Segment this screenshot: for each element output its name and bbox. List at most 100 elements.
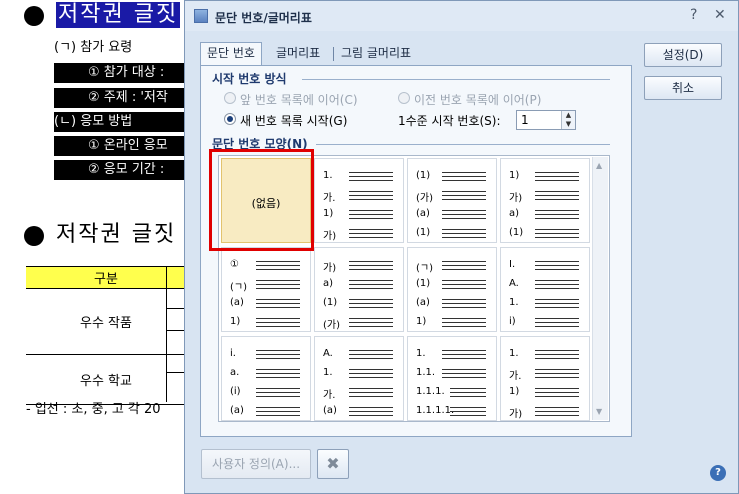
- text-placeholder-line: [256, 388, 300, 389]
- spin-up-icon[interactable]: ▲: [562, 111, 575, 120]
- shape-row: 가): [509, 402, 585, 420]
- radio-continue-earlier-label[interactable]: 이전 번호 목록에 이어(P): [414, 91, 541, 108]
- shape-cell[interactable]: 1. 가. 1) 가): [314, 158, 404, 243]
- text-placeholder-line: [349, 392, 393, 393]
- shape-marker: i.: [230, 348, 236, 359]
- shape-cell[interactable]: 가) a) (1) (가): [314, 247, 404, 332]
- scroll-up-icon[interactable]: ▲: [596, 161, 602, 170]
- text-placeholder-line: [535, 269, 579, 270]
- radio-continue-earlier[interactable]: [398, 92, 410, 104]
- dialog-app-icon: [194, 9, 208, 23]
- text-placeholder-line: [450, 388, 486, 389]
- shape-row: (가): [323, 313, 399, 331]
- doc-item[interactable]: (ㄴ) 응모 방법: [54, 112, 184, 132]
- shape-cell[interactable]: 1. 가. 1) 가): [500, 336, 590, 421]
- text-placeholder-line: [450, 411, 486, 412]
- grid-scrollbar[interactable]: ▲ ▼: [592, 157, 608, 420]
- doc-footnote[interactable]: - 입선 : 초, 중, 고 각 20: [26, 400, 161, 420]
- text-placeholder-line: [535, 307, 579, 308]
- cancel-button[interactable]: 취소: [644, 76, 722, 100]
- text-placeholder-line: [256, 284, 300, 285]
- text-placeholder-line: [442, 377, 486, 378]
- doc-item[interactable]: ① 온라인 응모: [54, 136, 184, 156]
- shape-row: 1.1.: [416, 364, 492, 382]
- heading-1[interactable]: 저작권 글짓: [56, 2, 181, 28]
- close-icon[interactable]: ✕: [714, 7, 726, 23]
- text-placeholder-line: [256, 392, 300, 393]
- shape-marker: a.: [230, 367, 240, 378]
- shape-row: 가.: [323, 186, 399, 204]
- tab-paragraph-number[interactable]: 문단 번호: [200, 42, 262, 66]
- table-divider: [166, 266, 167, 402]
- text-placeholder-line: [256, 377, 300, 378]
- shape-row: 1): [323, 205, 399, 223]
- text-placeholder-line: [535, 233, 579, 234]
- shape-cell[interactable]: (ㄱ) (1) (a) 1): [407, 247, 497, 332]
- level1-start-value[interactable]: 1: [521, 113, 529, 127]
- shape-marker: A.: [509, 278, 519, 289]
- shape-marker: 가.: [509, 371, 522, 382]
- shape-cell[interactable]: A. 1. 가. (a): [314, 336, 404, 421]
- shape-marker: 1.1.: [416, 367, 436, 378]
- shape-marker: 가.: [323, 193, 336, 204]
- radio-continue-previous-label[interactable]: 앞 번호 목록에 이어(C): [240, 91, 358, 108]
- shape-marker: 1.: [509, 348, 519, 359]
- shape-cell[interactable]: (1) (가) (a) (1): [407, 158, 497, 243]
- shape-marker: 1.: [323, 170, 333, 181]
- shape-row: (a): [416, 205, 492, 223]
- help-icon[interactable]: ?: [690, 7, 697, 23]
- shape-row: 1.: [509, 294, 585, 312]
- text-placeholder-line: [256, 269, 300, 270]
- shape-cell[interactable]: i. a. (i) (a): [221, 336, 311, 421]
- shape-marker: (a): [230, 297, 244, 308]
- custom-define-button[interactable]: 사용자 정의(A)...: [201, 449, 311, 479]
- shape-marker: (i): [230, 386, 241, 397]
- help-icon[interactable]: ?: [710, 465, 726, 481]
- text-placeholder-line: [535, 218, 579, 219]
- spin-down-icon[interactable]: ▼: [562, 120, 575, 129]
- tab-picture-bullet[interactable]: 그림 글머리표: [335, 43, 417, 65]
- shape-marker: 1.: [416, 348, 426, 359]
- text-placeholder-line: [349, 191, 393, 192]
- text-placeholder-line: [535, 373, 579, 374]
- shape-row: (1): [416, 167, 492, 185]
- radio-new-list-label[interactable]: 새 번호 목록 시작(G): [240, 112, 347, 129]
- text-placeholder-line: [442, 191, 486, 192]
- text-placeholder-line: [349, 199, 393, 200]
- doc-item[interactable]: ② 응모 기간 :: [54, 160, 184, 180]
- text-placeholder-line: [535, 180, 579, 181]
- text-placeholder-line: [535, 265, 579, 266]
- table-cell: 우수 작품: [26, 288, 186, 355]
- shape-cell[interactable]: I. A. 1. i): [500, 247, 590, 332]
- dialog-titlebar[interactable]: 문단 번호/글머리표 ? ✕: [185, 1, 738, 31]
- scroll-down-icon[interactable]: ▼: [596, 407, 602, 416]
- radio-new-list[interactable]: [224, 113, 236, 125]
- shape-cell[interactable]: 1. 1.1. 1.1.1. 1.1.1.1.: [407, 336, 497, 421]
- shape-marker: (1): [416, 278, 431, 289]
- shape-row: (a): [230, 294, 306, 312]
- text-placeholder-line: [256, 280, 300, 281]
- heading-2[interactable]: 저작권 글짓: [56, 222, 176, 248]
- text-placeholder-line: [256, 407, 300, 408]
- ok-button[interactable]: 설정(D): [644, 43, 722, 67]
- shape-cell[interactable]: 1) 가) a) (1): [500, 158, 590, 243]
- doc-item[interactable]: ① 참가 대상 :: [54, 63, 184, 83]
- shape-row: a): [323, 275, 399, 293]
- shape-marker: i): [509, 316, 516, 327]
- text-placeholder-line: [349, 396, 393, 397]
- delete-button[interactable]: ✖: [317, 449, 349, 479]
- shape-row: 가): [323, 256, 399, 274]
- shape-marker: (a): [416, 297, 430, 308]
- shape-row: a.: [230, 364, 306, 382]
- doc-item[interactable]: ② 주제 : '저작: [54, 88, 184, 108]
- doc-item[interactable]: (ㄱ) 참가 요령: [54, 38, 132, 58]
- text-placeholder-line: [535, 322, 579, 323]
- shape-cell[interactable]: ① (ㄱ) (a) 1): [221, 247, 311, 332]
- radio-continue-previous[interactable]: [224, 92, 236, 104]
- text-placeholder-line: [535, 396, 579, 397]
- level1-start-spinner[interactable]: 1 ▲ ▼: [516, 110, 576, 130]
- shape-marker: 가): [509, 409, 523, 420]
- text-placeholder-line: [535, 191, 579, 192]
- text-placeholder-line: [349, 358, 393, 359]
- tab-bullet[interactable]: 글머리표: [270, 43, 326, 65]
